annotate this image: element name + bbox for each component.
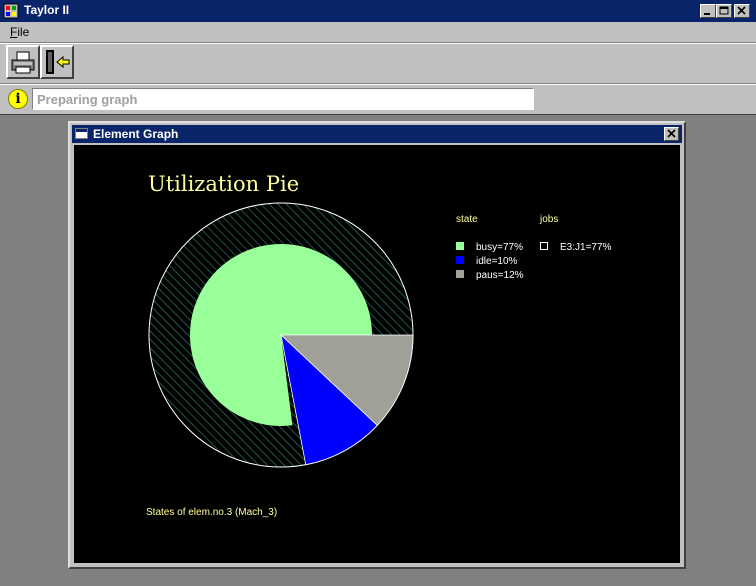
- printer-icon: [11, 51, 35, 74]
- maximize-icon: [719, 6, 729, 15]
- graph-canvas: Utilization Pie state jobs busy=77% idle=…: [74, 145, 680, 563]
- legend-swatch-idle: [456, 256, 464, 264]
- exit-button[interactable]: [40, 45, 74, 79]
- close-button[interactable]: [734, 4, 750, 18]
- element-graph-close-button[interactable]: [664, 127, 679, 141]
- minimize-icon: [704, 13, 710, 15]
- app-title-bar: Taylor II: [0, 0, 756, 22]
- chart-title: Utilization Pie: [148, 172, 299, 196]
- app-icon: [3, 3, 19, 19]
- minimize-button[interactable]: [700, 4, 716, 18]
- legend-state-header: state: [456, 214, 478, 225]
- legend-states: busy=77% idle=10% paus=12%: [456, 242, 524, 281]
- legend-label-idle: idle=10%: [476, 256, 518, 267]
- print-button[interactable]: [6, 45, 40, 79]
- toolbar: [0, 42, 756, 83]
- legend-label-paus: paus=12%: [476, 270, 524, 281]
- status-message: Preparing graph: [32, 88, 534, 110]
- element-graph-title: Element Graph: [93, 127, 179, 141]
- app-title: Taylor II: [24, 3, 70, 17]
- menu-file[interactable]: File: [10, 25, 29, 39]
- legend-swatch-paus: [456, 270, 464, 278]
- legend-label-busy: busy=77%: [476, 242, 523, 253]
- chart-caption: States of elem.no.3 (Mach_3): [146, 507, 277, 518]
- window-menu-icon[interactable]: [75, 128, 88, 139]
- utilization-pie-chart: Utilization Pie state jobs busy=77% idle=…: [146, 172, 612, 518]
- element-graph-title-bar[interactable]: Element Graph: [72, 125, 682, 143]
- legend-jobs-header: jobs: [539, 214, 558, 225]
- close-icon: [737, 6, 746, 15]
- exit-door-icon: [46, 50, 70, 74]
- close-icon: [667, 129, 676, 138]
- menu-bar: File: [0, 22, 756, 42]
- legend-swatch-job: [540, 242, 548, 250]
- status-row: i Preparing graph: [0, 83, 756, 114]
- menu-file-rest: ile: [17, 25, 30, 39]
- legend-jobs: E3:J1=77%: [540, 242, 612, 253]
- info-icon: i: [8, 89, 28, 109]
- maximize-button[interactable]: [716, 4, 732, 18]
- legend-swatch-busy: [456, 242, 464, 250]
- element-graph-window: Element Graph Utilization Pie state jobs…: [68, 121, 686, 569]
- legend-label-job: E3:J1=77%: [560, 242, 612, 253]
